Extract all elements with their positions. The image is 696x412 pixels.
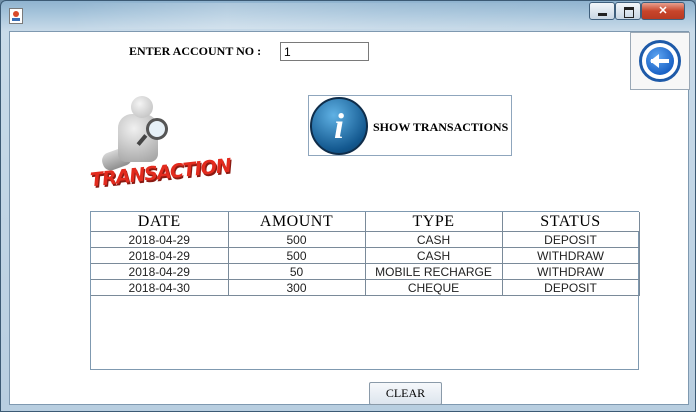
- table-row[interactable]: 2018-04-29 50 MOBILE RECHARGE WITHDRAW: [91, 263, 640, 280]
- minimize-button[interactable]: [589, 2, 615, 20]
- table-row[interactable]: 2018-04-30 300 CHEQUE DEPOSIT: [91, 279, 640, 296]
- cell-amount: 300: [227, 279, 366, 296]
- account-number-label: ENTER ACCOUNT NO :: [129, 44, 262, 58]
- java-app-icon[interactable]: [9, 8, 23, 24]
- cell-date: 2018-04-29: [91, 247, 229, 264]
- cell-status: DEPOSIT: [501, 231, 640, 248]
- cell-amount: 500: [227, 231, 366, 248]
- back-button[interactable]: [630, 32, 690, 90]
- info-icon: i: [310, 97, 368, 155]
- app-window: ✕ ENTER ACCOUNT NO : TRANSACTION i SHOW …: [0, 0, 696, 412]
- cell-date: 2018-04-30: [91, 279, 229, 296]
- close-button[interactable]: ✕: [641, 2, 685, 20]
- back-arrow-icon: [639, 40, 681, 82]
- cell-type: CHEQUE: [364, 279, 503, 296]
- transactions-table[interactable]: DATE AMOUNT TYPE STATUS 2018-04-29 500 C…: [90, 211, 640, 370]
- cell-type: MOBILE RECHARGE: [364, 263, 503, 280]
- table-row[interactable]: 2018-04-29 500 CASH DEPOSIT: [91, 231, 640, 248]
- show-transactions-button[interactable]: i SHOW TRANSACTIONS: [308, 95, 512, 156]
- cell-amount: 50: [227, 263, 366, 280]
- account-number-input[interactable]: [280, 42, 369, 61]
- column-header-status[interactable]: STATUS: [501, 212, 640, 232]
- titlebar: [71, 3, 591, 29]
- column-header-type[interactable]: TYPE: [364, 212, 503, 232]
- cell-status: WITHDRAW: [501, 263, 640, 280]
- maximize-button[interactable]: [615, 2, 641, 20]
- clear-button[interactable]: CLEAR: [369, 382, 442, 405]
- column-header-date[interactable]: DATE: [91, 212, 229, 232]
- show-transactions-label: SHOW TRANSACTIONS: [373, 120, 509, 134]
- cell-date: 2018-04-29: [91, 231, 229, 248]
- cell-status: WITHDRAW: [501, 247, 640, 264]
- column-header-amount[interactable]: AMOUNT: [227, 212, 366, 232]
- cell-type: CASH: [364, 247, 503, 264]
- table-row[interactable]: 2018-04-29 500 CASH WITHDRAW: [91, 247, 640, 264]
- cell-amount: 500: [227, 247, 366, 264]
- cell-status: DEPOSIT: [501, 279, 640, 296]
- transaction-clipart: TRANSACTION: [84, 94, 232, 204]
- content-panel: ENTER ACCOUNT NO : TRANSACTION i SHOW TR…: [9, 31, 690, 405]
- magnifier-icon: [146, 118, 168, 140]
- cell-date: 2018-04-29: [91, 263, 229, 280]
- table-header-row: DATE AMOUNT TYPE STATUS: [91, 212, 640, 232]
- cell-type: CASH: [364, 231, 503, 248]
